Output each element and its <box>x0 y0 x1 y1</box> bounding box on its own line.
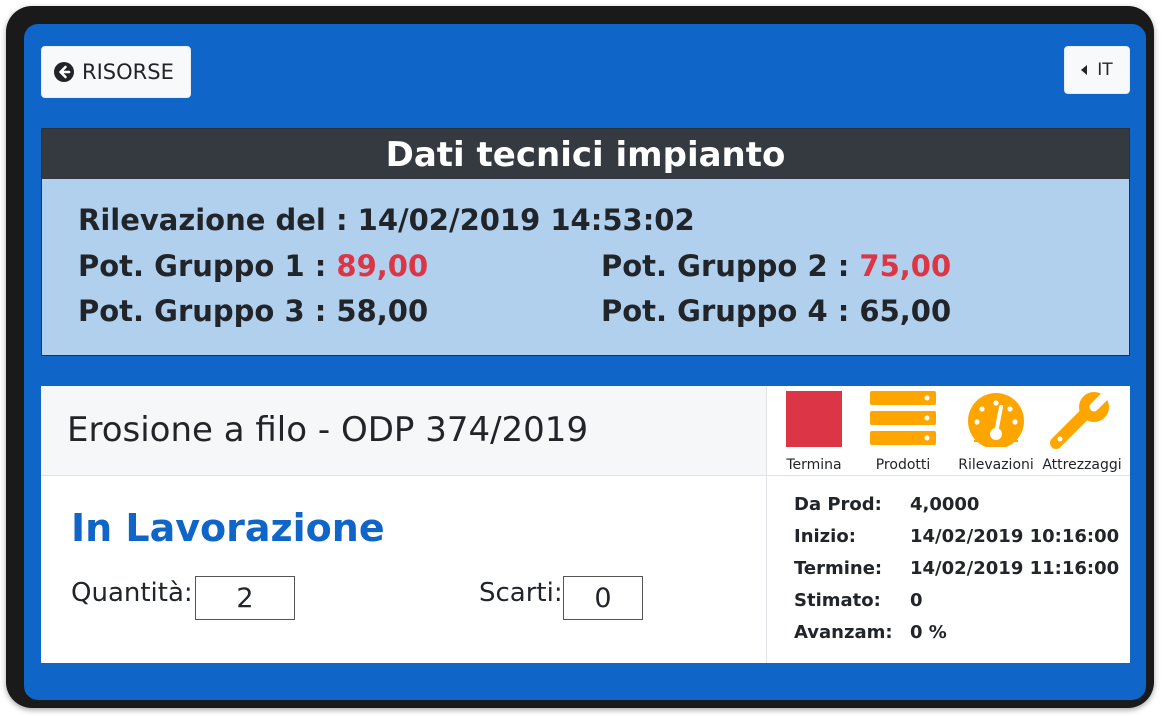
language-label: IT <box>1097 60 1113 80</box>
rilevazione-value: 14/02/2019 14:53:02 <box>357 203 695 237</box>
info-row-da-prod: Da Prod: 4,0000 <box>794 494 979 515</box>
technical-data-title: Dati tecnici impianto <box>42 129 1129 179</box>
group-1-line: Pot. Gruppo 1 : 89,00 <box>78 249 429 283</box>
group-1-label: Pot. Gruppo 1 <box>78 249 305 283</box>
wrench-icon <box>1050 391 1111 449</box>
attrezzaggi-label: Attrezzaggi <box>1042 457 1122 473</box>
info-row-stimato: Stimato: 0 <box>794 590 923 611</box>
arrow-circle-left-icon <box>54 62 74 82</box>
info-key: Termine: <box>794 558 883 579</box>
info-value: 14/02/2019 11:16:00 <box>910 558 1120 579</box>
prodotti-label: Prodotti <box>875 457 931 473</box>
group-4-value: 65,00 <box>859 294 952 328</box>
group-3-label: Pot. Gruppo 3 <box>78 294 305 328</box>
rilevazione-line: Rilevazione del : 14/02/2019 14:53:02 <box>78 203 695 237</box>
work-order-title-bar: Erosione a filo - ODP 374/2019 <box>41 386 766 476</box>
order-info: Da Prod: 4,0000 Inizio: 14/02/2019 10:16:0… <box>766 476 1130 663</box>
info-value: 0 % <box>910 622 947 643</box>
server-list-icon <box>870 391 936 445</box>
info-key: Inizio: <box>794 526 856 547</box>
quantity-label: Quantità: <box>71 578 193 608</box>
caret-left-icon <box>1081 65 1088 75</box>
info-key: Da Prod: <box>794 494 882 515</box>
termina-label: Termina <box>786 457 842 473</box>
work-order-title: Erosione a filo - ODP 374/2019 <box>67 410 589 450</box>
group-1-value: 89,00 <box>336 249 429 283</box>
language-selector[interactable]: IT <box>1064 46 1130 94</box>
group-2-line: Pot. Gruppo 2 : 75,00 <box>601 249 952 283</box>
info-value: 4,0000 <box>910 494 980 515</box>
group-4-label: Pot. Gruppo 4 <box>601 294 828 328</box>
back-to-resources-button[interactable]: RISORSE <box>41 46 191 98</box>
app-screen: RISORSE IT Dati tecnici impianto Rilevaz… <box>24 24 1146 700</box>
scrap-label: Scarti: <box>479 578 563 608</box>
scrap-field[interactable]: 0 <box>563 576 643 620</box>
rilevazione-label: Rilevazione del <box>78 203 326 237</box>
info-row-inizio: Inizio: 14/02/2019 10:16:00 <box>794 526 1119 547</box>
stop-square-icon <box>786 391 842 447</box>
info-key: Avanzam: <box>794 622 893 643</box>
rilevazioni-button[interactable]: Rilevazioni <box>951 386 1041 476</box>
technical-data-body: Rilevazione del : 14/02/2019 14:53:02 Po… <box>42 179 1129 355</box>
attrezzaggi-button[interactable]: Attrezzaggi <box>1037 386 1127 476</box>
gauge-icon <box>968 393 1024 447</box>
status-label: In Lavorazione <box>71 506 385 550</box>
technical-data-panel: Dati tecnici impianto Rilevazione del : … <box>41 128 1130 356</box>
info-value: 0 <box>910 590 923 611</box>
device-frame: RISORSE IT Dati tecnici impianto Rilevaz… <box>6 6 1154 708</box>
work-order-panel: Erosione a filo - ODP 374/2019 Termina P… <box>41 386 1130 663</box>
info-row-termine: Termine: 14/02/2019 11:16:00 <box>794 558 1119 579</box>
group-4-line: Pot. Gruppo 4 : 65,00 <box>601 294 952 328</box>
info-row-avanzam: Avanzam: 0 % <box>794 622 947 643</box>
group-2-label: Pot. Gruppo 2 <box>601 249 828 283</box>
back-button-label: RISORSE <box>82 60 174 84</box>
group-3-line: Pot. Gruppo 3 : 58,00 <box>78 294 429 328</box>
quantity-field[interactable]: 2 <box>195 576 295 620</box>
info-key: Stimato: <box>794 590 881 611</box>
action-toolbar: Termina Prodotti Rilevazioni Attrezzaggi <box>766 386 1130 476</box>
group-2-value: 75,00 <box>859 249 952 283</box>
termina-button[interactable]: Termina <box>769 386 859 476</box>
group-3-value: 58,00 <box>336 294 429 328</box>
prodotti-button[interactable]: Prodotti <box>858 386 948 476</box>
info-value: 14/02/2019 10:16:00 <box>910 526 1120 547</box>
rilevazioni-label: Rilevazioni <box>958 457 1034 473</box>
